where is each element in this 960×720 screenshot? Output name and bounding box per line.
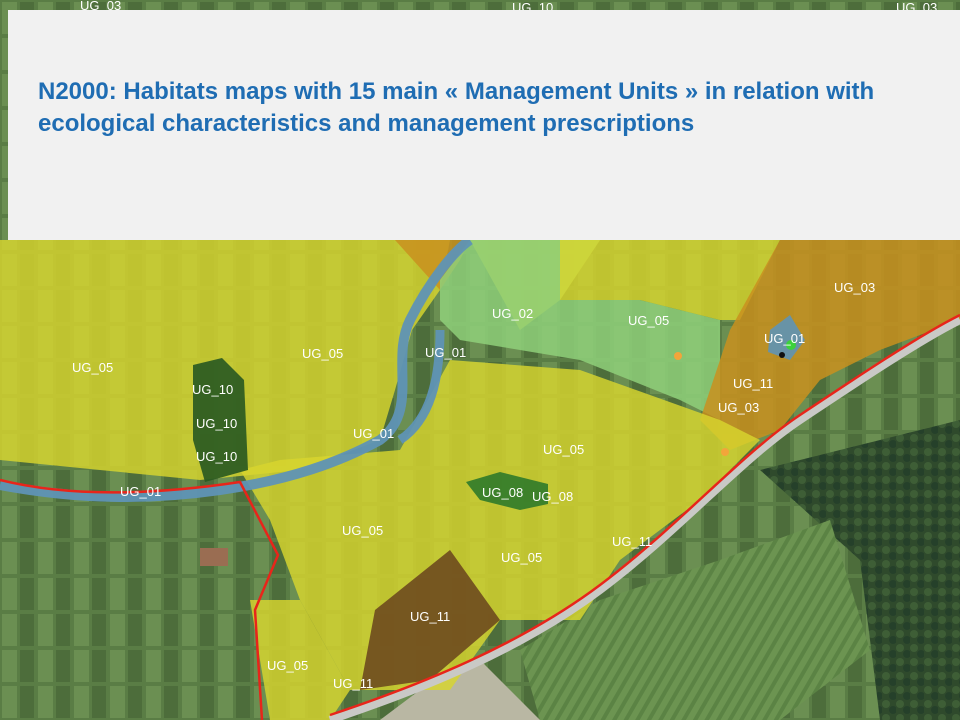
- zone-label: UG_05: [302, 346, 343, 361]
- orange-point-marker: [674, 352, 682, 360]
- zone-label: UG_03: [834, 280, 875, 295]
- zone-label: UG_10: [196, 416, 237, 431]
- zone-label: UG_05: [501, 550, 542, 565]
- farm-building: [200, 548, 228, 566]
- zone-label: UG_01: [425, 345, 466, 360]
- zone-label: UG_03: [718, 400, 759, 415]
- zone-label: UG_05: [342, 523, 383, 538]
- black-point-marker: [779, 352, 785, 358]
- orange-point-marker: [721, 448, 729, 456]
- zone-label: UG_11: [612, 534, 652, 549]
- zone-label: UG_08: [532, 489, 573, 504]
- zone-label: UG_10: [196, 449, 237, 464]
- zone-label: UG_02: [492, 306, 533, 321]
- zone-label: UG_05: [72, 360, 113, 375]
- zone-label: UG_05: [543, 442, 584, 457]
- slide-title: N2000: Habitats maps with 15 main « Mana…: [38, 78, 875, 137]
- zone-label: UG_01: [120, 484, 161, 499]
- title-panel: N2000: Habitats maps with 15 main « Mana…: [8, 10, 960, 240]
- zone-label: UG_11: [733, 376, 773, 391]
- zone-label: UG_01: [764, 331, 805, 346]
- zone-label: UG_10: [192, 382, 233, 397]
- zone-label: UG_01: [353, 426, 394, 441]
- map-slide: UG_03 UG_10 UG_03 UG_03 UG_02 UG_05 UG_0…: [0, 0, 960, 720]
- zone-label: UG_08: [482, 485, 523, 500]
- zone-label: UG_05: [628, 313, 669, 328]
- zone-label: UG_11: [410, 609, 450, 624]
- zone-label: UG_05: [267, 658, 308, 673]
- zone-label: UG_11: [333, 676, 373, 691]
